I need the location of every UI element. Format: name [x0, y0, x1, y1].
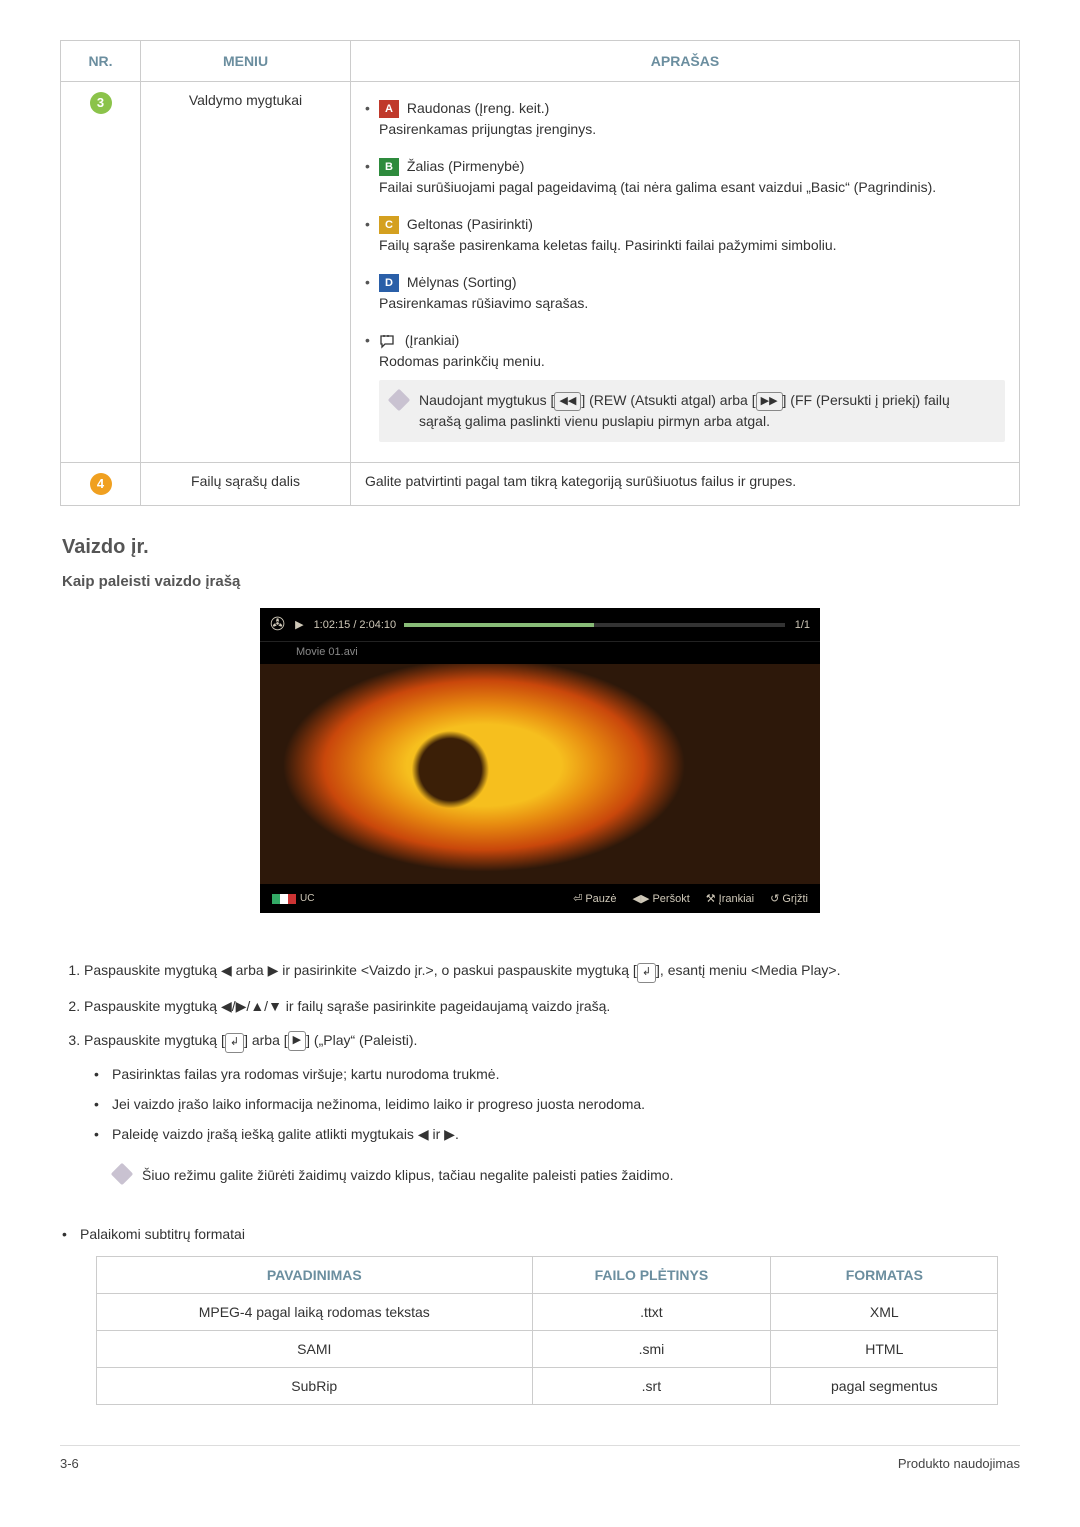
return-icon: ↺ — [770, 892, 779, 905]
tools-text: Rodomas parinkčių meniu. — [379, 353, 545, 369]
row4-desc: Galite patvirtinti pagal tam tikrą kateg… — [351, 463, 1020, 506]
steps-list: Paspauskite mygtuką ◀ arba ▶ ir pasirink… — [62, 953, 1020, 1206]
sub-bullet: Paleidę vaizdo įrašą iešką galite atlikt… — [94, 1119, 1020, 1149]
progress-bar — [404, 623, 785, 627]
page-footer: 3-6 Produkto naudojimas — [60, 1445, 1020, 1471]
red-title: Raudonas (Įreng. keit.) — [407, 100, 549, 116]
uc-label: UC — [300, 893, 314, 904]
left-arrow-icon: ◀ — [221, 959, 232, 981]
tools-btn-icon: ⚒ — [706, 892, 716, 905]
video-player: ✇ ▶ 1:02:15 / 2:04:10 1/1 Movie 01.avi U… — [260, 608, 820, 913]
tools-icon — [379, 333, 397, 349]
sub-bullet: Pasirinktas failas yra rodomas viršuje; … — [94, 1059, 1020, 1089]
jump-label: Peršokt — [652, 893, 689, 905]
badge-3: 3 — [90, 92, 112, 114]
th-fmt: FORMATAS — [771, 1257, 998, 1294]
th-desc: APRAŠAS — [351, 41, 1020, 82]
note-icon — [111, 1162, 134, 1185]
note-b: ] (REW (Atsukti atgal) arba [ — [581, 392, 755, 408]
subtitle-formats-table: PAVADINIMAS FAILO PLĖTINYS FORMATAS MPEG… — [96, 1256, 998, 1405]
th-ext: FAILO PLĖTINYS — [532, 1257, 771, 1294]
yellow-key-icon: C — [379, 216, 399, 234]
blue-title: Mėlynas (Sorting) — [407, 274, 517, 290]
blue-key-icon: D — [379, 274, 399, 292]
desc-list: A Raudonas (Įreng. keit.) Pasirenkamas p… — [365, 92, 1005, 452]
step-2: Paspauskite mygtuką ◀/▶/▲/▼ ir failų sąr… — [84, 989, 1020, 1023]
table-row: 3 Valdymo mygtukai A Raudonas (Įreng. ke… — [61, 82, 1020, 463]
note-box: Naudojant mygtukus [◀◀] (REW (Atsukti at… — [379, 380, 1005, 442]
note-row: Šiuo režimu galite žiūrėti žaidimų vaizd… — [114, 1164, 1020, 1186]
back-label: Grįžti — [782, 893, 808, 905]
right-arrow-icon: ▶ — [268, 959, 279, 981]
tools-label: Įrankiai — [719, 893, 754, 905]
pause-icon: ⏎ — [573, 892, 582, 905]
yellow-title: Geltonas (Pasirinkti) — [407, 216, 533, 232]
pause-label: Pauzė — [585, 893, 616, 905]
green-text: Failai surūšiuojami pagal pageidavimą (t… — [379, 179, 936, 195]
right-arrow-icon: ▶ — [444, 1123, 455, 1145]
th-menu: MENIU — [141, 41, 351, 82]
subtitle-formats-label: Palaikomi subtitrų formatai — [62, 1222, 1020, 1246]
table-row: MPEG-4 pagal laiką rodomas tekstas .ttxt… — [97, 1294, 998, 1331]
badge-4: 4 — [90, 473, 112, 495]
footer-section: Produkto naudojimas — [898, 1456, 1020, 1471]
player-frame — [260, 664, 820, 884]
note-a: Naudojant mygtukus [ — [419, 392, 554, 408]
th-name: PAVADINIMAS — [97, 1257, 533, 1294]
left-arrow-icon: ◀ — [418, 1123, 429, 1145]
player-time: 1:02:15 / 2:04:10 — [314, 619, 397, 631]
green-key-icon: B — [379, 158, 399, 176]
enter-icon: ↲ — [225, 1033, 244, 1053]
red-key-icon: A — [379, 100, 399, 118]
flag-icon — [272, 894, 296, 904]
table-row: SAMI .smi HTML — [97, 1331, 998, 1368]
controls-table: NR. MENIU APRAŠAS 3 Valdymo mygtukai A R… — [60, 40, 1020, 506]
th-nr: NR. — [61, 41, 141, 82]
enter-icon: ↲ — [637, 963, 656, 983]
step-3: Paspauskite mygtuką [↲] arba [▶] („Play“… — [84, 1023, 1020, 1206]
green-title: Žalias (Pirmenybė) — [407, 158, 524, 174]
right-arrow-icon: ▶ — [236, 995, 247, 1017]
rew-icon: ◀◀ — [554, 392, 581, 411]
page-title: Vaizdo įr. — [62, 536, 1020, 559]
yellow-text: Failų sąraše pasirenkama keletas failų. … — [379, 237, 837, 253]
step-1: Paspauskite mygtuką ◀ arba ▶ ir pasirink… — [84, 953, 1020, 989]
down-arrow-icon: ▼ — [268, 995, 282, 1017]
player-count: 1/1 — [795, 619, 810, 631]
page-number: 3-6 — [60, 1456, 79, 1471]
tools-title: (Įrankiai) — [405, 332, 459, 348]
sub-title: Kaip paleisti vaizdo įrašą — [62, 573, 1020, 590]
up-arrow-icon: ▲ — [250, 995, 264, 1017]
table-row: SubRip .srt pagal segmentus — [97, 1368, 998, 1405]
blue-text: Pasirenkamas rūšiavimo sąrašas. — [379, 295, 588, 311]
play-icon: ▶ — [295, 618, 303, 631]
player-filename: Movie 01.avi — [260, 642, 820, 664]
lr-icon: ◀▶ — [633, 892, 650, 905]
red-text: Pasirenkamas prijungtas įrenginys. — [379, 121, 596, 137]
play-button-icon: ▶ — [288, 1031, 306, 1051]
reel-icon: ✇ — [270, 614, 285, 635]
note-icon — [388, 389, 411, 412]
menu-label: Valdymo mygtukai — [141, 82, 351, 463]
sub-bullet: Jei vaizdo įrašo laiko informacija nežin… — [94, 1089, 1020, 1119]
ff-icon: ▶▶ — [756, 392, 783, 411]
menu-label: Failų sąrašų dalis — [141, 463, 351, 506]
left-arrow-icon: ◀ — [221, 995, 232, 1017]
table-row: 4 Failų sąrašų dalis Galite patvirtinti … — [61, 463, 1020, 506]
